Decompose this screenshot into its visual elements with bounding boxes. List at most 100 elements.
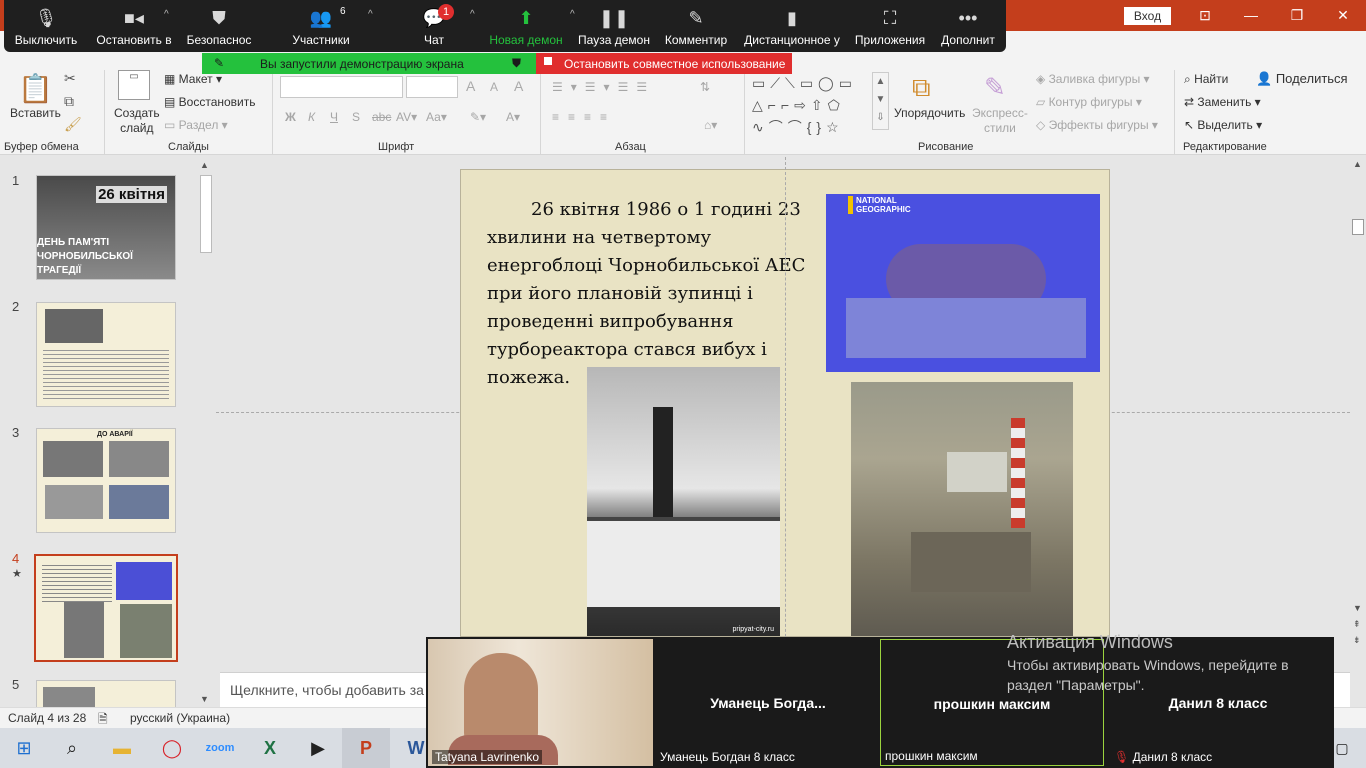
paste-icon[interactable]: 📋 bbox=[18, 72, 53, 106]
transition-star-icon: ★ bbox=[12, 568, 22, 580]
participants-count: 6 bbox=[340, 6, 346, 17]
cursor-icon: ↖ bbox=[1184, 118, 1195, 132]
scroll-thumb[interactable] bbox=[200, 175, 212, 253]
minimize-button[interactable]: — bbox=[1228, 0, 1274, 31]
shape-effects-button[interactable]: ◇ Эффекты фигуры ▾ bbox=[1036, 118, 1158, 132]
slides-group-label: Слайды bbox=[168, 141, 209, 153]
sharing-status-banner: ✎ Вы запустили демонстрацию экрана ⛊ bbox=[202, 53, 536, 74]
spacing-button[interactable]: AV▾ bbox=[396, 110, 417, 124]
slide-thumbnail-3[interactable]: ДО АВАРІЇ bbox=[36, 428, 176, 533]
slide-thumbnail-1[interactable]: 26 квітня ДЕНЬ ПАМ'ЯТІ ЧОРНОБИЛЬСЬКОЇ ТР… bbox=[36, 175, 176, 280]
remote-control-button[interactable]: ▮ Дистанционное у bbox=[742, 0, 842, 52]
video-tile-2[interactable]: Уманець Богда... Уманець Богдан 8 класс bbox=[656, 639, 880, 766]
stop-share-button[interactable]: Остановить совместное использование bbox=[536, 53, 792, 74]
media-player-icon[interactable]: ▶ bbox=[294, 728, 342, 768]
shape-outline-button[interactable]: ▱ Контур фигуры ▾ bbox=[1036, 95, 1142, 109]
slide-thumbnail-2[interactable] bbox=[36, 302, 176, 407]
smartart-icon[interactable]: ⌂▾ bbox=[704, 118, 717, 132]
scroll-down-icon[interactable]: ▼ bbox=[200, 694, 209, 704]
paste-button[interactable]: Вставить bbox=[10, 106, 61, 120]
aerial-reactor-photo[interactable] bbox=[851, 382, 1073, 636]
paragraph-group-label: Абзац bbox=[615, 141, 646, 153]
file-explorer-icon[interactable]: ▬ bbox=[98, 728, 146, 768]
new-slide-icon[interactable]: ▭ bbox=[118, 70, 150, 100]
participant-name: Данил 8 класс bbox=[1168, 695, 1268, 711]
reactor-bw-photo[interactable]: pripyat-city.ru bbox=[587, 367, 780, 636]
section-button[interactable]: ▭ Раздел ▾ bbox=[164, 118, 228, 132]
shapes-gallery[interactable]: ▭⟋⟍▭◯▭ △⌐⌐⇨⇧⬠ ∿⌒⌒{}☆ bbox=[752, 72, 870, 135]
text-direction-icon[interactable]: ⇅ bbox=[700, 80, 710, 94]
list-buttons[interactable]: ☰▾☰▾☰☰ bbox=[552, 80, 655, 94]
copy-icon[interactable]: ⧉ bbox=[64, 93, 74, 110]
strikethrough-button[interactable]: abc bbox=[372, 110, 391, 124]
layout-button[interactable]: ▦ Макет ▾ bbox=[164, 72, 222, 86]
arrange-button[interactable]: Упорядочить bbox=[894, 106, 965, 120]
restore-button[interactable]: ❐ bbox=[1274, 0, 1320, 31]
bold-button[interactable]: Ж bbox=[285, 110, 296, 124]
font-size-combo[interactable] bbox=[406, 76, 458, 98]
chat-button[interactable]: 💬 1 Чат ^ bbox=[414, 0, 475, 52]
quick-styles-button[interactable]: Экспресс- стили bbox=[972, 106, 1028, 136]
pin-icon[interactable]: ✎ bbox=[214, 56, 224, 70]
font-color-button[interactable]: А▾ bbox=[506, 110, 520, 124]
arrange-icon[interactable]: ⧉ bbox=[912, 72, 931, 104]
language-indicator[interactable]: русский (Украина) bbox=[130, 711, 230, 725]
replace-button[interactable]: ⇄ Заменить ▾ bbox=[1184, 95, 1261, 109]
stop-video-button[interactable]: ■◂ Остановить в ^ bbox=[92, 0, 176, 52]
new-slide-button[interactable]: Создать слайд bbox=[114, 106, 160, 136]
close-button[interactable]: ✕ bbox=[1320, 0, 1366, 31]
thumbnails-scrollbar[interactable]: ▲ ▼ bbox=[199, 160, 213, 704]
notes-placeholder[interactable]: Щелкните, чтобы добавить за bbox=[230, 682, 424, 698]
annotate-button[interactable]: ✎ Комментир bbox=[660, 0, 732, 52]
editor-scrollbar[interactable]: ▲ ▼ ⇞ ⇟ bbox=[1350, 157, 1366, 707]
share-button[interactable]: 👤 Поделиться bbox=[1256, 71, 1348, 87]
opera-icon[interactable]: ◯ bbox=[148, 728, 196, 768]
participants-button[interactable]: 👥 6 Участники ^ bbox=[286, 0, 372, 52]
zoom-app-icon[interactable]: zoom bbox=[196, 728, 244, 768]
explosion-photo[interactable]: NATIONAL GEOGRAPHIC bbox=[826, 194, 1100, 372]
mouse-icon: ▮ bbox=[787, 8, 797, 28]
shape-fill-button[interactable]: ◈ Заливка фигуры ▾ bbox=[1036, 72, 1150, 86]
slide-body-text[interactable]: 26 квітня 1986 о 1 годині 23 хвилини на … bbox=[487, 196, 827, 392]
change-case-button[interactable]: Аа▾ bbox=[426, 110, 447, 124]
more-button[interactable]: ••• Дополнит bbox=[936, 0, 1000, 52]
search-icon[interactable]: ⌕ bbox=[48, 728, 96, 768]
search-icon: ⌕ bbox=[1184, 72, 1191, 86]
windows-start-icon[interactable]: ⊞ bbox=[0, 728, 48, 768]
slide-thumbnail-4-selected[interactable] bbox=[34, 554, 178, 662]
zoom-toolbar: 🎙 Выключить ■◂ Остановить в ^ ⛊ Безопаснос 👥… bbox=[4, 0, 1006, 52]
highlight-button[interactable]: ✎▾ bbox=[470, 110, 486, 124]
mute-button[interactable]: 🎙 Выключить bbox=[10, 0, 82, 52]
powerpoint-icon[interactable]: P bbox=[342, 728, 390, 768]
quick-styles-icon[interactable]: ✎ bbox=[984, 72, 1006, 103]
excel-icon[interactable]: X bbox=[246, 728, 294, 768]
new-share-button[interactable]: ⬆ Новая демон ^ bbox=[488, 0, 574, 52]
reset-button[interactable]: ▤ Восстановить bbox=[164, 95, 256, 109]
clipboard-group-label: Буфер обмена bbox=[4, 141, 79, 153]
format-painter-icon[interactable]: 🖌 bbox=[64, 116, 82, 133]
cut-icon[interactable]: ✂ bbox=[64, 70, 76, 87]
italic-button[interactable]: К bbox=[308, 110, 315, 124]
underline-button[interactable]: Ч bbox=[330, 110, 338, 124]
find-button[interactable]: ⌕ Найти bbox=[1184, 72, 1228, 87]
shield-check-icon: ⛊ bbox=[512, 56, 522, 70]
scroll-up-icon[interactable]: ▲ bbox=[200, 160, 209, 170]
font-name-combo[interactable] bbox=[280, 76, 403, 98]
pause-share-button[interactable]: ❚❚ Пауза демон bbox=[576, 0, 652, 52]
shadow-button[interactable]: S bbox=[352, 110, 360, 124]
security-button[interactable]: ⛊ Безопаснос bbox=[184, 0, 254, 52]
decrease-font-icon[interactable]: A bbox=[490, 80, 498, 94]
sign-in-button[interactable]: Вход bbox=[1124, 7, 1171, 25]
share-arrow-icon: ⬆ bbox=[518, 8, 534, 28]
apps-button[interactable]: ⛶ Приложения bbox=[850, 0, 930, 52]
ribbon-display-icon[interactable]: ⊡ bbox=[1182, 0, 1228, 31]
video-tile-self[interactable]: Tatyana Lavrinenko bbox=[428, 639, 653, 766]
clear-format-icon[interactable]: A bbox=[514, 78, 523, 94]
shapes-scroll[interactable]: ▲ ▼ ⇩ bbox=[872, 72, 889, 130]
align-buttons[interactable]: ≡≡≡≡ bbox=[552, 110, 616, 124]
participant-label: прошкин максим bbox=[885, 749, 978, 763]
guide-vertical bbox=[785, 157, 786, 672]
select-button[interactable]: ↖ Выделить ▾ bbox=[1184, 118, 1262, 132]
slide-thumbnail-5[interactable] bbox=[36, 680, 176, 710]
increase-font-icon[interactable]: A bbox=[466, 78, 475, 94]
